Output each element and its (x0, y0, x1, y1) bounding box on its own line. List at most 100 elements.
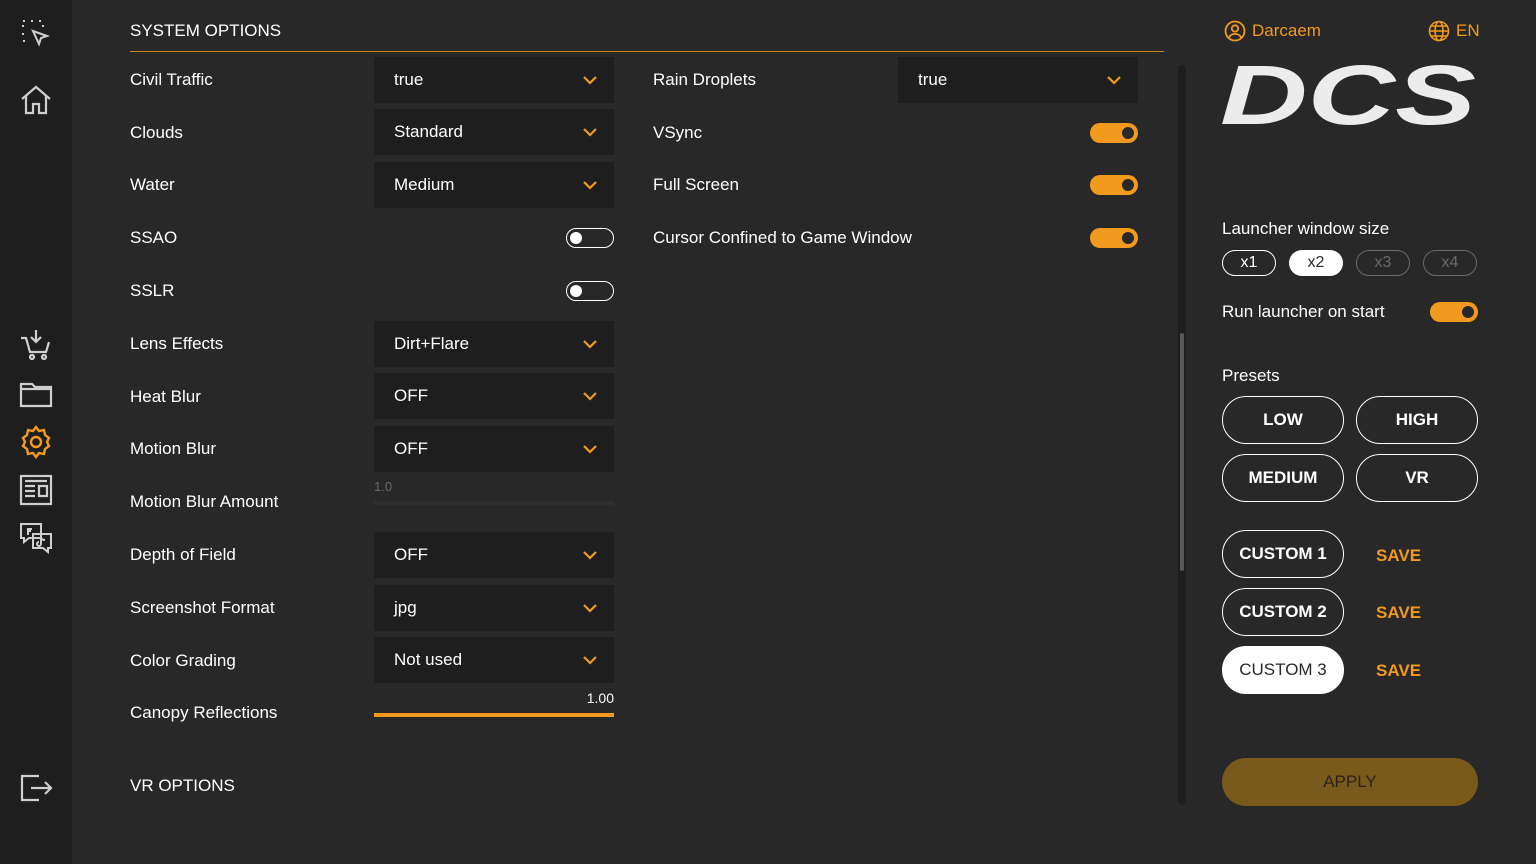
full-screen-toggle[interactable] (1090, 175, 1138, 195)
rain-droplets-value: true (918, 70, 948, 89)
save-custom1-link[interactable]: SAVE (1376, 546, 1421, 566)
canopy-reflections-slider[interactable]: 1.00 (374, 690, 614, 718)
run-on-start-toggle[interactable] (1430, 302, 1478, 322)
motion-blur-amount-slider[interactable]: 1.0 (374, 479, 614, 505)
slider-track (374, 501, 614, 505)
motion-blur-value: OFF (394, 439, 428, 458)
window-size-label: Launcher window size (1222, 219, 1390, 238)
preset-vr-button[interactable]: VR (1356, 454, 1478, 502)
vsync-toggle[interactable] (1090, 123, 1138, 143)
vr-options-title[interactable]: VR OPTIONS (130, 776, 235, 796)
color-grading-label: Color Grading (130, 651, 236, 670)
folder-icon[interactable] (18, 376, 54, 412)
dcs-logo: DCS (1220, 60, 1476, 132)
window-size-x2-button[interactable]: x2 (1289, 250, 1343, 276)
canopy-reflections-label: Canopy Reflections (130, 703, 278, 722)
toggle-knob (1122, 232, 1134, 244)
settings-icon[interactable] (18, 424, 54, 460)
chevron-down-icon (583, 551, 597, 560)
ssao-label: SSAO (130, 228, 178, 247)
save-custom3-link[interactable]: SAVE (1376, 661, 1421, 681)
settings-main: SYSTEM OPTIONS Civil Traffic true Clouds… (72, 0, 1192, 864)
chevron-down-icon (583, 340, 597, 349)
depth-of-field-dropdown[interactable]: OFF (374, 532, 614, 578)
launcher-panel: Darcaem EN DCS Launcher window size x1 x… (1192, 0, 1536, 864)
cursor-confined-label: Cursor Confined to Game Window (653, 228, 912, 247)
clouds-value: Standard (394, 122, 463, 141)
water-label: Water (130, 175, 175, 194)
scrollbar[interactable] (1178, 65, 1186, 805)
toggle-knob (570, 285, 582, 297)
preset-medium-button[interactable]: MEDIUM (1222, 454, 1344, 502)
chevron-down-icon (583, 181, 597, 190)
screenshot-format-value: jpg (394, 598, 417, 617)
lens-effects-dropdown[interactable]: Dirt+Flare (374, 321, 614, 367)
window-size-x3-button[interactable]: x3 (1356, 250, 1410, 276)
slider-fill (374, 713, 614, 717)
social-icon[interactable] (18, 520, 54, 556)
screenshot-format-dropdown[interactable]: jpg (374, 585, 614, 631)
clouds-label: Clouds (130, 123, 183, 142)
ssao-toggle[interactable] (566, 228, 614, 248)
store-cart-icon[interactable] (18, 327, 54, 363)
lens-effects-label: Lens Effects (130, 334, 224, 353)
language-code: EN (1456, 21, 1480, 40)
username: Darcaem (1252, 21, 1321, 40)
preset-custom2-button[interactable]: CUSTOM 2 (1222, 588, 1344, 636)
toggle-knob (570, 232, 582, 244)
exit-icon[interactable] (18, 770, 54, 806)
civil-traffic-dropdown[interactable]: true (374, 57, 614, 103)
presets-label: Presets (1222, 366, 1280, 385)
motion-blur-dropdown[interactable]: OFF (374, 426, 614, 472)
chevron-down-icon (583, 128, 597, 137)
rain-droplets-label: Rain Droplets (653, 70, 756, 89)
chevron-down-icon (583, 445, 597, 454)
screenshot-format-label: Screenshot Format (130, 598, 275, 617)
water-value: Medium (394, 175, 455, 194)
window-size-x4-button[interactable]: x4 (1423, 250, 1477, 276)
civil-traffic-label: Civil Traffic (130, 70, 213, 89)
user-account[interactable]: Darcaem (1224, 20, 1321, 42)
toggle-knob (1122, 127, 1134, 139)
heat-blur-value: OFF (394, 386, 428, 405)
full-screen-label: Full Screen (653, 175, 739, 194)
sslr-toggle[interactable] (566, 281, 614, 301)
apply-button[interactable]: APPLY (1222, 758, 1478, 806)
chevron-down-icon (583, 604, 597, 613)
preset-custom1-button[interactable]: CUSTOM 1 (1222, 530, 1344, 578)
preset-custom3-button[interactable]: CUSTOM 3 (1222, 646, 1344, 694)
home-icon[interactable] (18, 82, 54, 118)
preset-low-button[interactable]: LOW (1222, 396, 1344, 444)
preset-high-button[interactable]: HIGH (1356, 396, 1478, 444)
color-grading-dropdown[interactable]: Not used (374, 637, 614, 683)
slider-value: 1.00 (586, 690, 614, 706)
color-grading-value: Not used (394, 650, 463, 669)
title-divider (130, 51, 1164, 52)
news-icon[interactable] (18, 472, 54, 508)
system-options-title: SYSTEM OPTIONS (130, 21, 282, 40)
chevron-down-icon (583, 656, 597, 665)
sslr-label: SSLR (130, 281, 175, 300)
language-selector[interactable]: EN (1428, 20, 1480, 42)
water-dropdown[interactable]: Medium (374, 162, 614, 208)
scrollbar-thumb[interactable] (1180, 333, 1184, 571)
slider-track (374, 713, 614, 717)
vsync-label: VSync (653, 123, 703, 142)
save-custom2-link[interactable]: SAVE (1376, 603, 1421, 623)
globe-icon (1428, 20, 1450, 42)
rain-droplets-dropdown[interactable]: true (898, 57, 1138, 103)
toggle-knob (1462, 306, 1474, 318)
sidebar (0, 0, 72, 864)
cursor-confined-toggle[interactable] (1090, 228, 1138, 248)
depth-of-field-label: Depth of Field (130, 545, 236, 564)
chevron-down-icon (583, 392, 597, 401)
heat-blur-label: Heat Blur (130, 387, 201, 406)
user-icon (1224, 20, 1246, 42)
chevron-down-icon (1107, 76, 1121, 85)
motion-blur-amount-label: Motion Blur Amount (130, 492, 279, 511)
window-size-x1-button[interactable]: x1 (1222, 250, 1276, 276)
clouds-dropdown[interactable]: Standard (374, 109, 614, 155)
heat-blur-dropdown[interactable]: OFF (374, 373, 614, 419)
motion-blur-label: Motion Blur (130, 439, 216, 458)
select-icon[interactable] (18, 16, 54, 52)
